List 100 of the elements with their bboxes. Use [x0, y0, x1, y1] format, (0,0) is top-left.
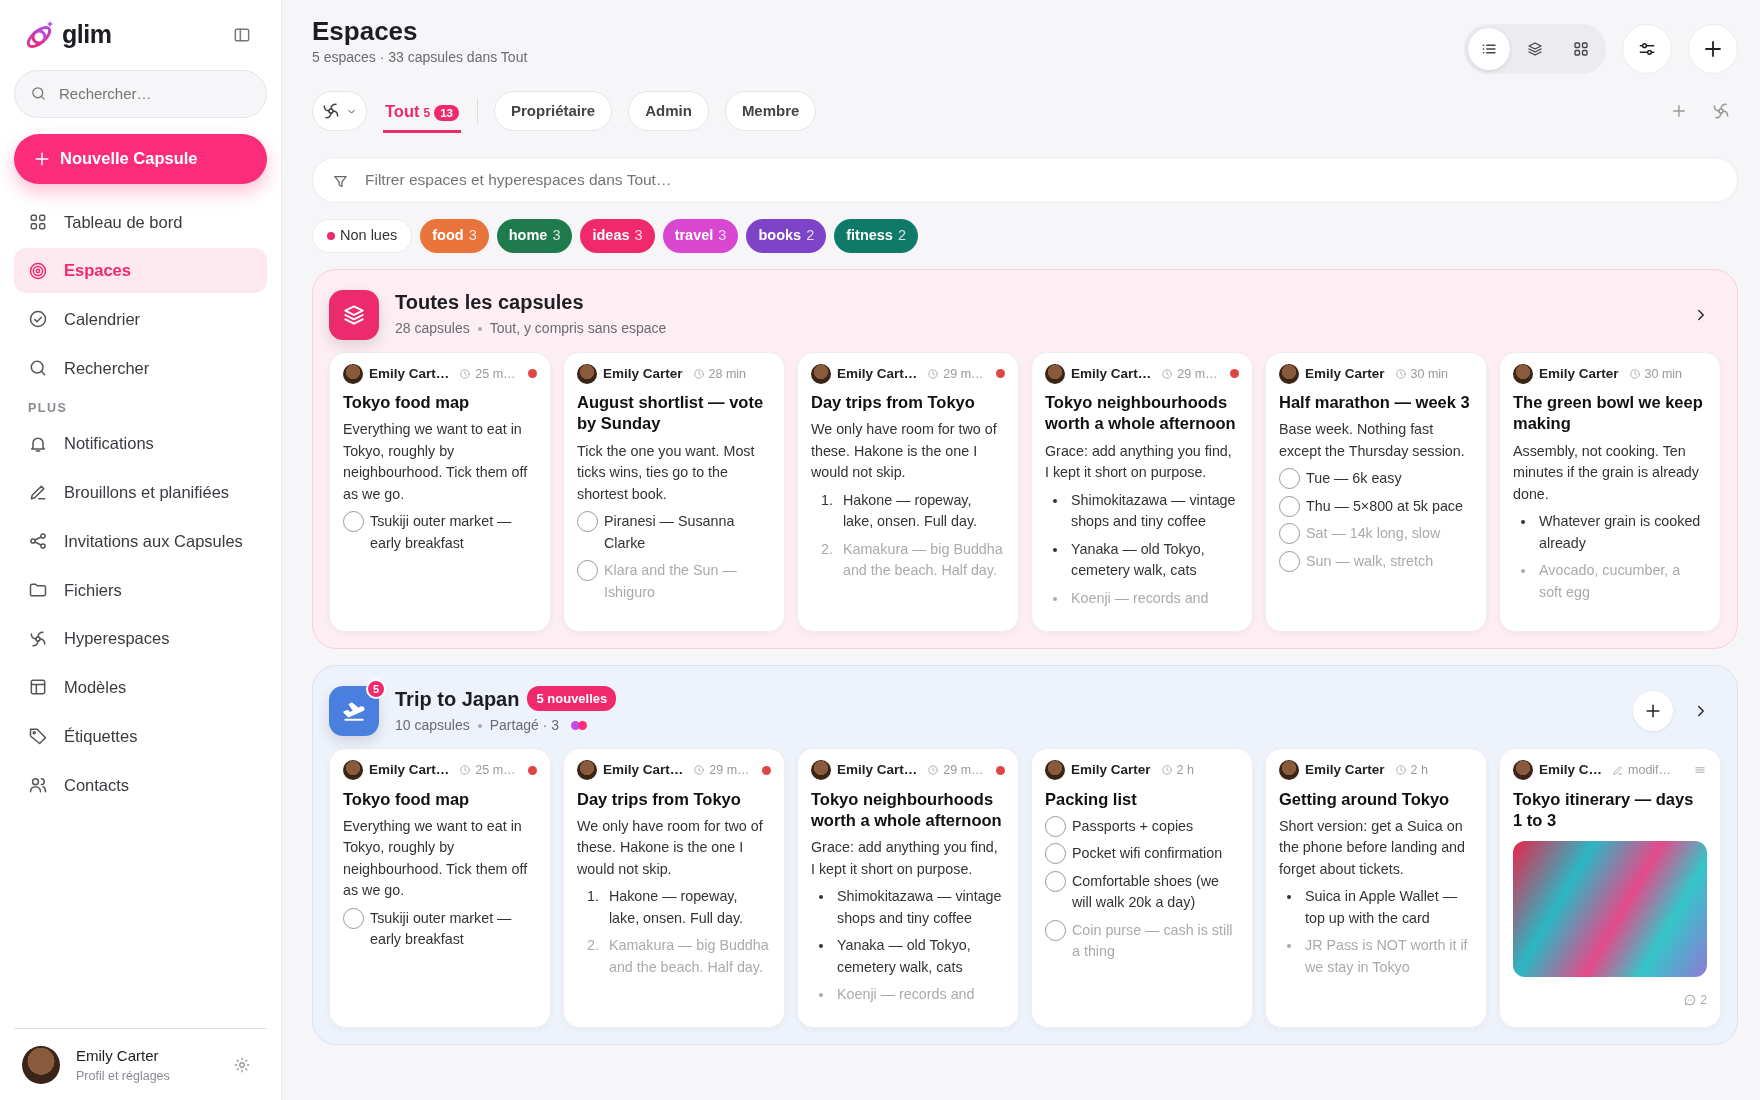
nav-item[interactable]: Notifications: [14, 421, 267, 466]
view-toggle[interactable]: [1468, 28, 1510, 70]
new-capsule-button[interactable]: Nouvelle Capsule: [14, 133, 267, 184]
bullet-icon: [819, 993, 823, 997]
author-name: Emily Cart…: [603, 761, 684, 780]
capsule-card[interactable]: [1031, 351, 1253, 632]
capsule-title: August shortlist — vote by Sunday: [577, 392, 765, 435]
capsule-text: Short version: get a Suica on the phone before landing and forget about tickets.: [1279, 816, 1467, 879]
page-subtitle: 5 espaces · 33 capsules dans Tout: [312, 48, 528, 68]
author-name: Emily C…: [1539, 761, 1603, 780]
time-label: 29 m…: [943, 762, 984, 779]
capsule-card[interactable]: Emily Carter 30 min The green bowl we keep making Assembly, not cooking. Ten minutes if the grain is already done. Whatever grain is cooked already Avocado, cucumber, a soft egg: [1499, 351, 1721, 632]
tag-chip[interactable]: books 2: [746, 218, 827, 253]
checklist-item-text: Coin purse — cash is still a thing: [1072, 920, 1234, 962]
nav-item[interactable]: Calendrier: [14, 297, 267, 342]
filter-chip[interactable]: Non lues: [312, 218, 413, 253]
search-field[interactable]: Rechercher…: [14, 69, 267, 118]
list-item-text: Hakone — ropeway, lake, onsen. Full day.: [608, 887, 744, 928]
nav-item[interactable]: Invitations aux Capsules: [14, 518, 267, 564]
list-item-text: Yanaka — old Tokyo, cemetery walk, cats: [1071, 539, 1206, 581]
capsule-card[interactable]: [797, 351, 1019, 632]
avatar: [1513, 760, 1533, 781]
checklist-item-text: Tue — 6k easy: [1306, 469, 1402, 489]
time-label: modif…: [1628, 762, 1672, 779]
settings-icon: [233, 1056, 251, 1075]
author-name: Emily Carter: [1539, 364, 1619, 383]
time-label: 29 m…: [1177, 365, 1218, 383]
tab[interactable]: Tout 5 13: [383, 99, 461, 133]
nav-item[interactable]: Étiquettes: [14, 713, 267, 759]
comment-icon: [1683, 993, 1698, 1008]
add-capsule-button[interactable]: [1633, 691, 1673, 731]
bullet-icon: [1053, 596, 1057, 601]
nav-item[interactable]: Fichiers: [14, 567, 267, 613]
page-title: Espaces: [312, 16, 419, 48]
tab[interactable]: Admin: [628, 91, 709, 132]
space-meta: 10 capsules: [395, 716, 470, 736]
tag-chip[interactable]: travel 3: [662, 218, 739, 253]
capsule-card[interactable]: Emily Carter 30 min Half marathon — week 3 Base week. Nothing fast except the Thursday session. Tue — 6k easy Thu — 5×800 at 5k pace Sat — 14k long, slow Sun — walk, stretch: [1265, 351, 1487, 632]
list-number: 1.: [587, 887, 599, 907]
capsule-text: Everything we want to eat in Tokyo, roughly by neighbourhood. Tick them off as we go.: [343, 420, 529, 504]
list-item-text: Koenji — records and: [837, 985, 975, 1004]
nav-item[interactable]: Tableau de bord: [14, 199, 267, 245]
time-label: 30 min: [1410, 365, 1449, 383]
capsule-text: Assembly, not cooking. Ten minutes if the grain is already done.: [1513, 441, 1700, 504]
space-meta: Tout, y compris sans espace: [489, 319, 667, 339]
capsule-card[interactable]: Emily Cart… 25 m… Tokyo food map Everything we want to eat in Tokyo, roughly by neighbourhood. Tick them off as we go. Tsukiji outer market — early breakfast: [329, 351, 551, 632]
author-name: Emily Carter: [1305, 761, 1385, 780]
capsule-title: Tokyo neighbourhoods worth a whole afternoon: [811, 788, 1003, 831]
capsule-title: Day trips from Tokyo: [811, 392, 976, 413]
list-item-text: Kamakura — big Buddha and the beach. Half day.: [608, 936, 770, 977]
capsule-text: Tick the one you want. Most ticks wins, ties go to the shortest book.: [577, 441, 756, 504]
avatar: [22, 1046, 60, 1085]
checklist-item-text: Pocket wifi confirmation: [1072, 844, 1223, 864]
checklist-item-text: Piranesi — Susanna Clarke: [604, 512, 736, 553]
nav-item[interactable]: Brouillons et planifiées: [14, 470, 267, 515]
author-name: Emily Carter: [1305, 364, 1385, 383]
capsule-title: Packing list: [1045, 788, 1138, 810]
tab[interactable]: Membre: [724, 91, 817, 132]
nav-item[interactable]: Modèles: [14, 665, 267, 710]
hyperspace-dropdown[interactable]: [312, 91, 367, 132]
capsule-card[interactable]: [1265, 748, 1487, 1029]
capsule-card[interactable]: [797, 748, 1019, 1029]
bullet-icon: [1053, 547, 1057, 552]
capsule-card[interactable]: Emily Cart… 25 m… Tokyo food map Everything we want to eat in Tokyo, roughly by neighbourhood. Tick them off as we go. Tsukiji outer market — early breakfast: [329, 748, 551, 1029]
list-item-text: Whatever grain is cooked already: [1539, 512, 1702, 553]
clock-icon: [1161, 367, 1174, 380]
list-item-text: Suica in Apple Wallet — top up with the card: [1305, 887, 1459, 928]
tag-chip[interactable]: ideas 3: [580, 218, 655, 253]
list-item-text: Avocado, cucumber, a soft egg: [1539, 561, 1682, 602]
capsule-text: Grace: add anything you find, I kept it short on purpose.: [811, 838, 999, 879]
nav-item[interactable]: Contacts: [14, 762, 267, 808]
clock-icon: [459, 367, 472, 380]
time-label: 29 m…: [709, 762, 750, 779]
list-number: 1.: [821, 490, 833, 510]
capsule-card[interactable]: Emily C… modif… Tokyo itinerary — days 1 to 3 2: [1499, 748, 1721, 1029]
avatar: [811, 760, 831, 781]
add-button[interactable]: [1688, 24, 1738, 74]
nav-item[interactable]: Hyperespaces: [14, 616, 267, 661]
capsule-card[interactable]: [563, 748, 785, 1029]
bullet-icon: [819, 944, 823, 949]
checklist-item-text: Thu — 5×800 at 5k pace: [1306, 496, 1463, 516]
author-name: Emily Cart…: [837, 364, 918, 383]
nav-item[interactable]: Rechercher: [14, 345, 267, 391]
time-label: 2 h: [1410, 762, 1428, 779]
space-meta: Partagé · 3: [489, 716, 559, 736]
target-icon: [28, 260, 48, 281]
clock-icon: [1394, 367, 1407, 380]
capsule-card[interactable]: Emily Carter 28 min August shortlist — vote by Sunday Tick the one you want. Most ticks wins, ties go to the shortest book. Piranesi — Susanna Clarke Klara and the Sun — Ishiguro: [563, 351, 785, 632]
tab[interactable]: Propriétaire: [494, 91, 613, 132]
comment-count: 2: [1700, 992, 1707, 1010]
filter-settings-button[interactable]: [1622, 24, 1672, 74]
space-title: Toutes les capsules: [395, 290, 584, 315]
filter-field[interactable]: Filtrer espaces et hyperespaces dans Tout…: [312, 156, 1738, 203]
tag-chip[interactable]: fitness 2: [834, 218, 919, 253]
avatar: [1045, 363, 1065, 384]
capsule-card[interactable]: Emily Carter 2 h Packing list Passports + copies Pocket wifi confirmation Comfortable shoes (we will walk 20k a day) Coin purse — cash is still a thing: [1031, 748, 1253, 1029]
pencil-icon: [1612, 764, 1625, 777]
tag-chip[interactable]: home 3: [496, 218, 573, 253]
author-name: Emily Carter: [603, 364, 683, 383]
time-label: 30 min: [1644, 365, 1683, 383]
